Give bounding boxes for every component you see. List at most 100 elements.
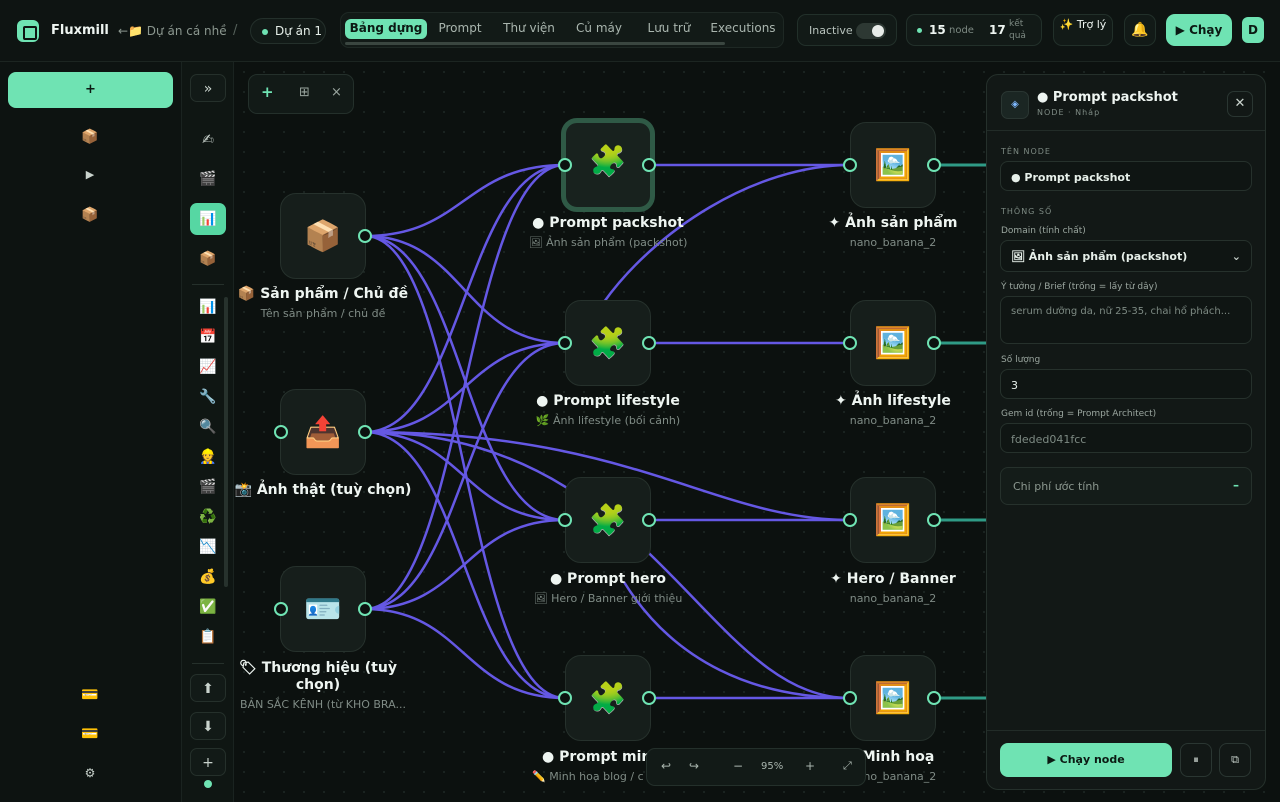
toolbar-scrollbar[interactable] [224,297,228,587]
input-port[interactable] [274,425,288,439]
input-port[interactable] [843,158,857,172]
tool-write-icon[interactable]: ✍ [190,126,226,154]
node-anh-lifestyle[interactable]: 🖼️ [850,300,936,386]
node-prompt-minh-hoa[interactable]: 🧩 [565,655,651,741]
tab-cu-may[interactable]: Củ máy [569,19,629,39]
active-toggle[interactable] [856,23,886,39]
node-title: ● Prompt hero [549,571,667,587]
avatar[interactable]: D [1242,17,1264,43]
output-port[interactable] [927,336,941,350]
run-button[interactable]: ▶ Chạy [1166,14,1232,46]
node-anh-san-pham[interactable]: 🖼️ [850,122,936,208]
tabs-scrollbar[interactable] [345,42,725,45]
tool-calendar-icon[interactable]: 📅 [190,323,226,351]
copy-button[interactable]: ⧉ [1219,743,1251,777]
undo-icon[interactable]: ↩ [661,759,671,773]
node-prompt-hero[interactable]: 🧩 [565,477,651,563]
tool-search-icon[interactable]: 🔍 [190,413,226,441]
input-port[interactable] [558,691,572,705]
input-port[interactable] [558,158,572,172]
grid-icon[interactable]: ⊞ [299,85,310,100]
output-port[interactable] [927,513,941,527]
tool-worker-icon[interactable]: 👷 [190,443,226,471]
tool-package-icon[interactable]: 📦 [190,245,226,273]
node-san-pham[interactable]: 📦 [280,193,366,279]
tool-money-icon[interactable]: 💰 [190,563,226,591]
output-port[interactable] [927,158,941,172]
close-icon[interactable]: × [331,85,342,100]
node-thuong-hieu[interactable]: 🪪 [280,566,366,652]
gem-id-input[interactable]: fdeded041fcc [1000,423,1252,453]
move-down-button[interactable]: ⬇ [190,712,226,740]
output-port[interactable] [642,158,656,172]
node-title: ● Prompt lifestyle [536,393,680,409]
tab-thu-vien[interactable]: Thư viện [497,19,561,39]
pause-button[interactable]: ⏸ [1180,743,1212,777]
tool-check-icon[interactable]: ✅ [190,593,226,621]
add-node-button[interactable]: + [190,748,226,776]
tool-clipboard-icon[interactable]: 📋 [190,623,226,651]
new-workflow-button[interactable]: + [8,72,173,108]
tool-decline-icon[interactable]: 📉 [190,533,226,561]
run-node-button[interactable]: ▶ Chạy node [1000,743,1172,777]
input-port[interactable] [558,336,572,350]
tool-bar-chart-icon[interactable]: 📊 [190,293,226,321]
node-anh-that[interactable]: 📤 [280,389,366,475]
domain-select[interactable]: 🖼 Ảnh sản phẩm (packshot) ⌄ [1000,240,1252,272]
sidebar-item-box-icon[interactable]: 📦 [78,204,102,226]
expand-toolbar-button[interactable]: » [190,74,226,102]
tool-trend-icon[interactable]: 📈 [190,353,226,381]
output-port[interactable] [358,229,372,243]
tool-chart-icon[interactable]: 📊 [190,203,226,235]
tab-luu-tru[interactable]: Lưu trữ [637,19,701,39]
tab-prompt[interactable]: Prompt [431,19,489,39]
input-port[interactable] [274,602,288,616]
output-port[interactable] [358,602,372,616]
zoom-in-icon[interactable]: + [805,759,815,773]
tab-bang-dung[interactable]: Bảng dựng [345,19,427,39]
tool-wrench-icon[interactable]: 🔧 [190,383,226,411]
brief-input[interactable]: serum dưỡng da, nữ 25-35, chai hổ phách.… [1000,296,1252,344]
tool-video-icon[interactable]: 🎬 [190,473,226,501]
sidebar-item-card-icon[interactable]: 💳 [78,684,102,706]
node-name-input[interactable]: ● Prompt packshot [1000,161,1252,191]
node-type-icon: ◈ [1001,91,1029,119]
tab-executions[interactable]: Executions [705,19,781,39]
bell-icon[interactable]: 🔔 [1124,14,1156,46]
close-icon[interactable]: ✕ [1227,91,1253,117]
move-up-button[interactable]: ⬆ [190,674,226,702]
node-minh-hoa[interactable]: 🖼️ [850,655,936,741]
zoom-out-icon[interactable]: − [733,759,743,773]
output-port[interactable] [358,425,372,439]
quantity-label: Số lượng [1001,355,1041,365]
sidebar-item-billing-icon[interactable]: 💳 [78,723,102,745]
sidebar-item-package-icon[interactable]: 📦 [78,126,102,148]
settings-gear-icon[interactable]: ⚙ [78,762,102,784]
output-port[interactable] [927,691,941,705]
back-link[interactable]: ←📁 Dự án cá nhề [118,24,227,38]
cost-estimate[interactable]: Chi phí ước tính – [1000,467,1252,505]
tool-recycle-icon[interactable]: ♻️ [190,503,226,531]
fit-view-icon[interactable]: ⤢ [843,759,852,773]
sidebar-item-play-icon[interactable]: ▶ [78,164,102,186]
output-port[interactable] [642,513,656,527]
output-port[interactable] [642,336,656,350]
node-hero-banner[interactable]: 🖼️ [850,477,936,563]
toolbar-divider [192,663,224,664]
assistant-button[interactable]: ✨ Trợ lý [1053,14,1113,46]
output-port[interactable] [642,691,656,705]
input-port[interactable] [558,513,572,527]
node-prompt-lifestyle[interactable]: 🧩 [565,300,651,386]
project-selector[interactable]: Dự án 1 [250,18,326,44]
input-port[interactable] [843,513,857,527]
add-icon[interactable]: + [261,83,274,101]
node-title: ● Prompt packshot [532,215,684,231]
input-port[interactable] [843,691,857,705]
input-port[interactable] [843,336,857,350]
redo-icon[interactable]: ↪ [689,759,699,773]
node-prompt-packshot[interactable]: 🧩 [561,118,655,212]
node-count-label: node [949,25,974,36]
quantity-input[interactable]: 3 [1000,369,1252,399]
node-title: ✦ Ảnh sản phẩm [828,215,958,231]
tool-clapper-icon[interactable]: 🎬 [190,165,226,193]
